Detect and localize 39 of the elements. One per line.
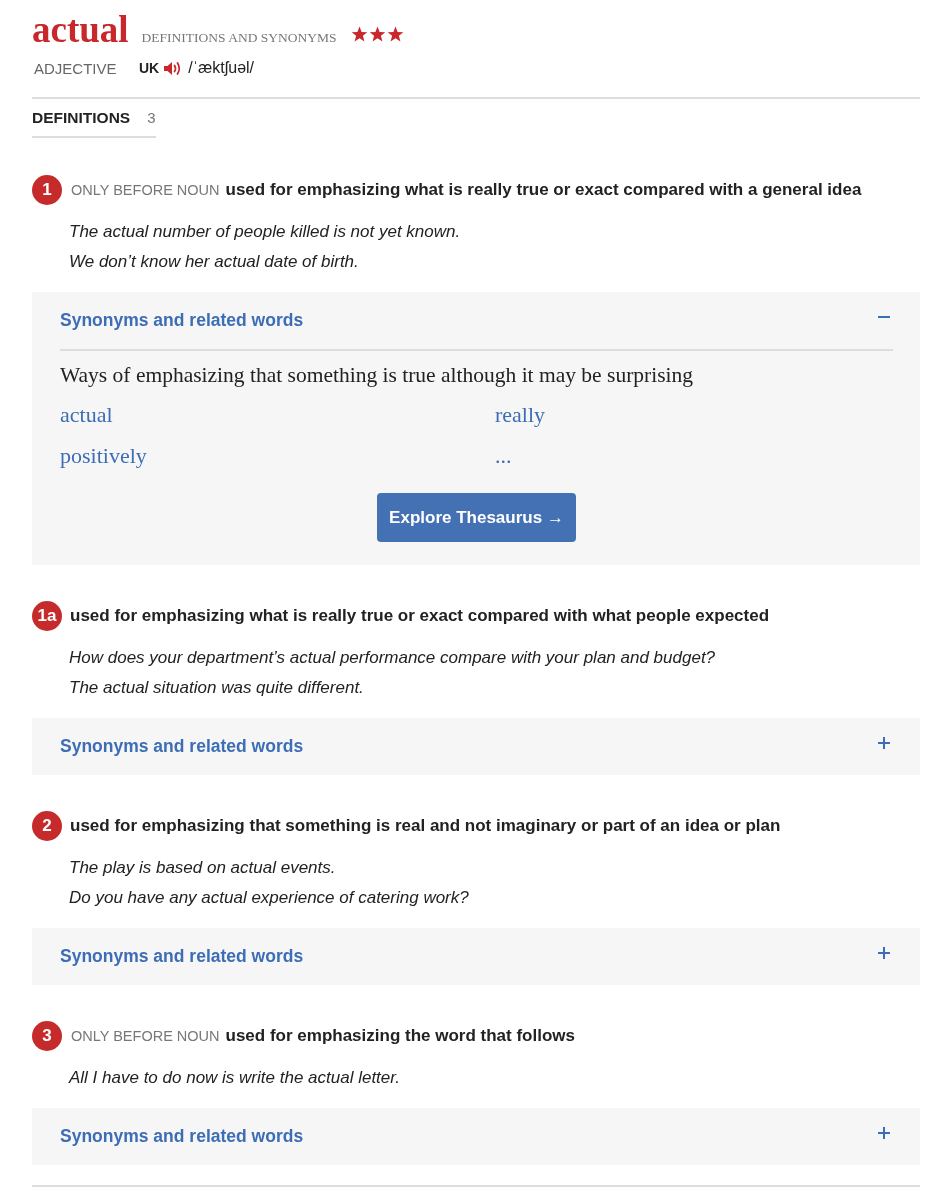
synonym-link[interactable]: ... [495, 435, 512, 476]
explore-thesaurus-button[interactable]: Explore Thesaurus → [377, 493, 576, 542]
grammar-label: ONLY BEFORE NOUN [71, 182, 220, 198]
sense-number: 3 [32, 1021, 62, 1051]
accordion-title[interactable]: Synonyms and related words [60, 310, 304, 331]
accordion-title[interactable]: Synonyms and related words [60, 1126, 304, 1147]
definition-text: used for emphasizing what is really true or exact compared with what people expected [70, 606, 770, 625]
synonym-group-heading: Ways of emphasizing that something is true although it may be surprising [60, 362, 694, 389]
sense-number: 1a [32, 601, 62, 631]
example-sentence: How does your department’s actual performance compare with your plan and budget? [69, 647, 717, 669]
example-sentence: The actual number of people killed is not yet known. [69, 221, 462, 243]
star-icon [368, 26, 386, 42]
region-label: UK [139, 60, 160, 76]
example-sentence: The play is based on actual events. [69, 857, 337, 879]
plus-icon[interactable] [878, 737, 890, 749]
plus-icon[interactable] [878, 947, 890, 959]
synonym-link[interactable]: really [495, 394, 546, 435]
definitions-tab[interactable]: DEFINITIONS 3 [32, 108, 156, 138]
subtitle: DEFINITIONS AND SYNONYMS [141, 30, 337, 46]
sense-number: 2 [32, 811, 62, 841]
plus-icon[interactable] [878, 1127, 890, 1139]
example-sentence: The actual situation was quite different. [69, 677, 365, 699]
synonym-link[interactable]: positively [60, 435, 147, 476]
pronunciation: /ˈæktʃuəl/ [188, 59, 255, 77]
example-sentence: We don’t know her actual date of birth. [69, 251, 360, 273]
example-sentence: Do you have any actual experience of catering work? [69, 887, 470, 909]
definition-text: used for emphasizing the word that follows [225, 1026, 575, 1045]
synonym-link[interactable]: actual [60, 394, 113, 435]
definition-text: used for emphasizing what is really true or exact compared with a general idea [225, 180, 862, 199]
accordion-title[interactable]: Synonyms and related words [60, 736, 304, 757]
part-of-speech: ADJECTIVE [34, 59, 118, 77]
sense-number: 1 [32, 175, 62, 205]
star-icon [350, 26, 368, 42]
definition-text: used for emphasizing that something is real and not imaginary or part of an idea or plan [70, 816, 781, 835]
grammar-label: ONLY BEFORE NOUN [71, 1028, 220, 1044]
example-sentence: All I have to do now is write the actual letter. [69, 1067, 402, 1089]
accordion-title[interactable]: Synonyms and related words [60, 946, 304, 967]
headword: actual [32, 8, 129, 52]
star-icon [386, 26, 404, 42]
